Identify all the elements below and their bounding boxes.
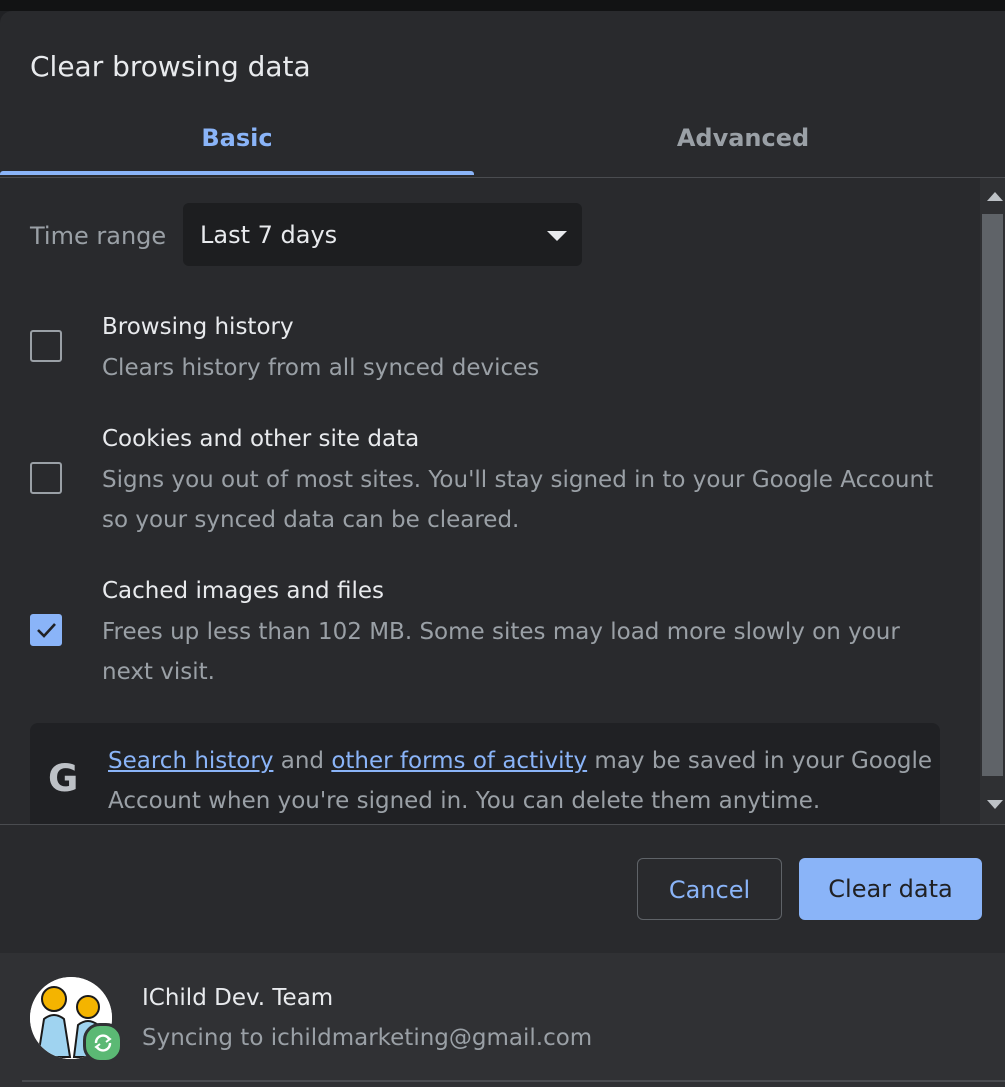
cancel-button[interactable]: Cancel [637, 858, 782, 920]
checkmark-icon [37, 623, 56, 638]
time-range-label: Time range [30, 222, 167, 250]
account-sync-text: Syncing to ichildmarketing@gmail.com [142, 1025, 593, 1051]
cached-images-title: Cached images and files [102, 578, 384, 604]
info-text: Search history and other forms of activi… [108, 741, 933, 821]
info-and-text: and [280, 748, 325, 774]
tab-basic[interactable]: Basic [0, 119, 474, 179]
cookies-checkbox[interactable] [30, 462, 62, 494]
selected-tab-indicator [0, 171, 474, 175]
browsing-history-title: Browsing history [102, 314, 294, 340]
account-section: IChild Dev. Team Syncing to ichildmarket… [0, 953, 1005, 1087]
account-name: IChild Dev. Team [142, 985, 334, 1011]
browsing-history-checkbox[interactable] [30, 330, 62, 362]
dialog-title: Clear browsing data [30, 50, 311, 83]
search-history-link[interactable]: Search history [108, 748, 273, 774]
scrollbar-thumb[interactable] [982, 214, 1003, 776]
window-top-strip [0, 0, 1005, 11]
google-g-icon: G [48, 757, 79, 800]
footer-divider [0, 824, 1005, 825]
cached-images-description: Frees up less than 102 MB. Some sites ma… [102, 619, 900, 685]
sync-icon [83, 1023, 123, 1063]
clear-browsing-data-dialog: Clear browsing data Basic Advanced Time … [0, 11, 1005, 1087]
other-activity-link[interactable]: other forms of activity [331, 748, 587, 774]
bottom-divider [22, 1080, 1005, 1082]
clear-data-button[interactable]: Clear data [799, 858, 982, 920]
cached-images-checkbox[interactable] [30, 614, 62, 646]
scroll-down-arrow-icon[interactable] [987, 800, 1003, 809]
tab-advanced[interactable]: Advanced [490, 119, 996, 179]
cookies-description: Signs you out of most sites. You'll stay… [102, 467, 934, 533]
dropdown-arrow-icon [547, 231, 567, 241]
time-range-value: Last 7 days [200, 221, 338, 249]
google-activity-info-box: G Search history and other forms of acti… [30, 723, 940, 824]
cookies-title: Cookies and other site data [102, 426, 420, 452]
options-scroll-area[interactable]: Time range Last 7 days Browsing history … [0, 178, 980, 824]
time-range-select[interactable]: Last 7 days [183, 203, 582, 266]
scrollbar[interactable] [980, 178, 1005, 824]
browsing-history-description: Clears history from all synced devices [102, 355, 540, 381]
scroll-up-arrow-icon[interactable] [987, 192, 1003, 201]
